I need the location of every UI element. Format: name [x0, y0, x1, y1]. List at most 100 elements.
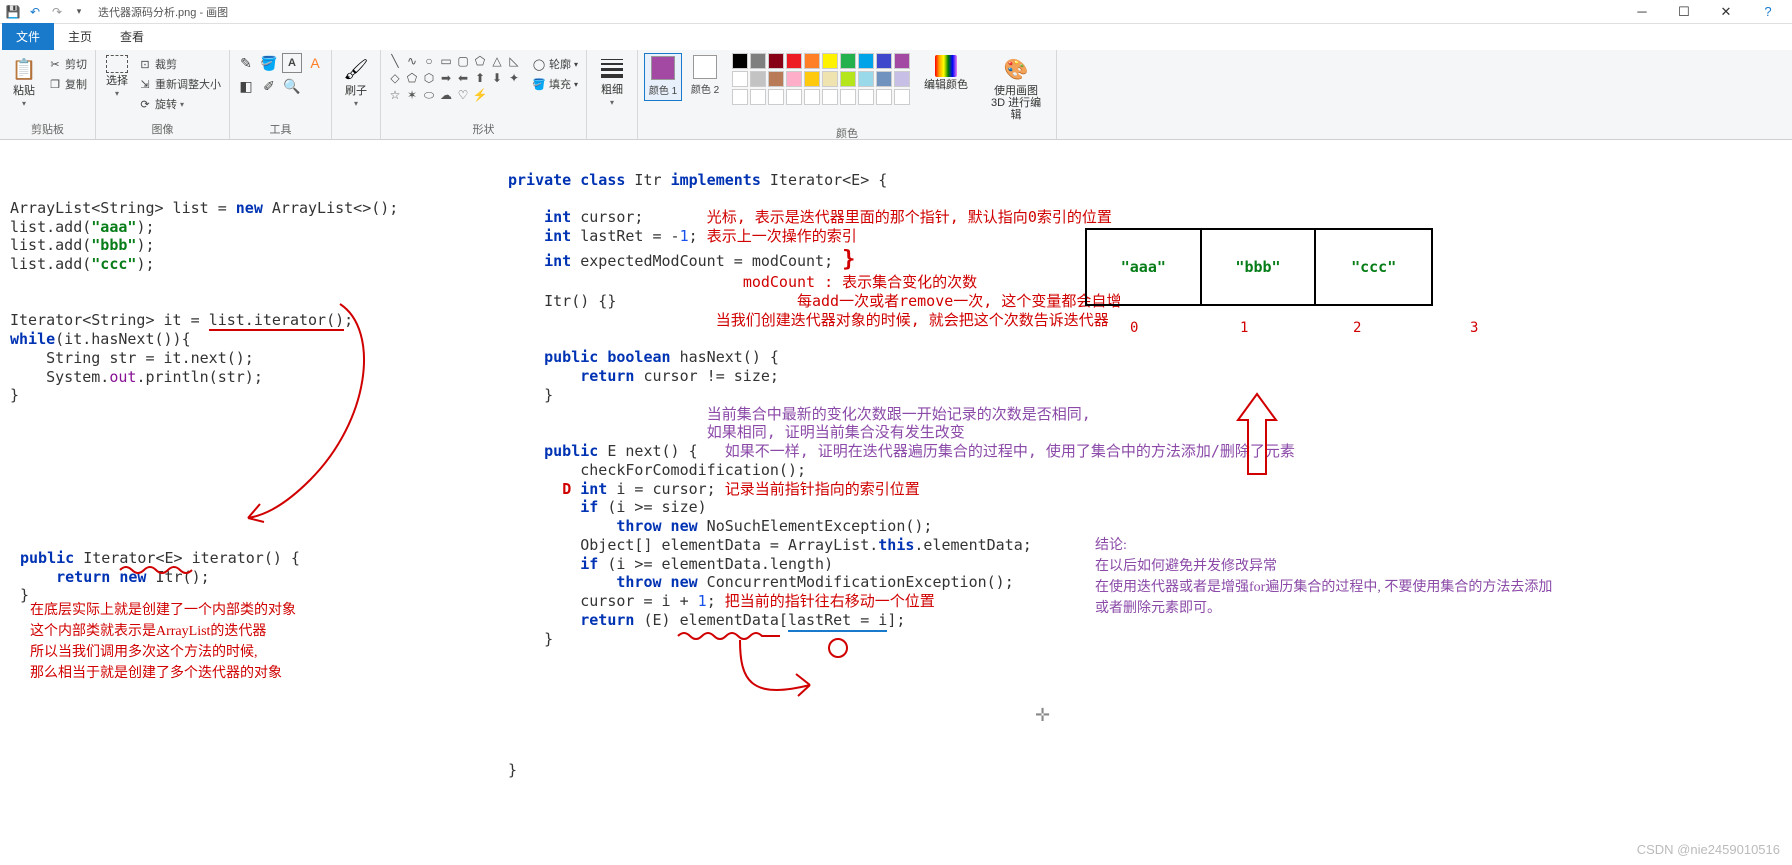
close-button[interactable]: ✕: [1714, 0, 1738, 24]
rotate-button[interactable]: ⟳旋转 ▾: [136, 95, 223, 113]
color-swatch[interactable]: [822, 53, 838, 69]
outline-button[interactable]: ◯轮廓 ▾: [530, 55, 580, 73]
color-swatch[interactable]: [768, 89, 784, 105]
edit-colors-button[interactable]: 编辑颜色: [920, 53, 972, 93]
darrow-shape-icon[interactable]: ⬇: [489, 70, 505, 86]
hexagon-shape-icon[interactable]: ⬡: [421, 70, 437, 86]
resize-button[interactable]: ⇲重新调整大小: [136, 75, 223, 93]
paint3d-button[interactable]: 🎨 使用画图 3D 进行编辑: [982, 53, 1050, 123]
star6-shape-icon[interactable]: ✶: [404, 87, 420, 103]
color-palette-row2[interactable]: [732, 71, 910, 87]
fill-tool-icon[interactable]: 🪣: [259, 53, 279, 73]
callout3-shape-icon[interactable]: ♡: [455, 87, 471, 103]
star4-shape-icon[interactable]: ✦: [506, 70, 522, 86]
color-swatch[interactable]: [786, 53, 802, 69]
rarrow-shape-icon[interactable]: ➡: [438, 70, 454, 86]
larrow-shape-icon[interactable]: ⬅: [455, 70, 471, 86]
maximize-button[interactable]: ☐: [1672, 0, 1696, 24]
roundrect-shape-icon[interactable]: ▢: [455, 53, 471, 69]
size-button[interactable]: 粗细 ▾: [593, 53, 631, 109]
color-swatch[interactable]: [894, 89, 910, 105]
ribbon-group-colors: 颜色 1 颜色 2 编辑颜色 🎨 使用画图 3D 进行编辑 颜色: [638, 50, 1057, 139]
color-swatch[interactable]: [804, 71, 820, 87]
color-swatch[interactable]: [786, 71, 802, 87]
color-swatch[interactable]: [822, 71, 838, 87]
color-swatch[interactable]: [732, 53, 748, 69]
color-swatch[interactable]: [840, 71, 856, 87]
select-button[interactable]: 选择 ▾: [102, 53, 132, 100]
color-swatch[interactable]: [858, 53, 874, 69]
callout1-shape-icon[interactable]: ⬭: [421, 87, 437, 103]
color-swatch[interactable]: [732, 71, 748, 87]
color-swatch[interactable]: [804, 89, 820, 105]
pentagon-shape-icon[interactable]: ⬠: [404, 70, 420, 86]
color-swatch[interactable]: [786, 89, 802, 105]
tab-file[interactable]: 文件: [2, 23, 54, 50]
callout2-shape-icon[interactable]: ☁: [438, 87, 454, 103]
star5-shape-icon[interactable]: ☆: [387, 87, 403, 103]
color-swatch[interactable]: [732, 89, 748, 105]
color-swatch[interactable]: [768, 71, 784, 87]
uarrow-shape-icon[interactable]: ⬆: [472, 70, 488, 86]
color-swatch[interactable]: [768, 53, 784, 69]
eraser-tool-icon[interactable]: ◧: [236, 76, 256, 96]
color-swatch[interactable]: [858, 71, 874, 87]
color-swatch[interactable]: [750, 71, 766, 87]
help-icon[interactable]: ?: [1756, 0, 1780, 24]
line-shape-icon[interactable]: ╲: [387, 53, 403, 69]
color1-slot[interactable]: 颜色 1: [644, 53, 682, 101]
color-swatch[interactable]: [840, 89, 856, 105]
color-swatch[interactable]: [822, 89, 838, 105]
tab-home[interactable]: 主页: [54, 23, 106, 50]
cut-icon: ✂: [48, 57, 62, 71]
cut-button[interactable]: ✂剪切: [46, 55, 89, 73]
qat-dropdown-icon[interactable]: ▾: [70, 3, 88, 21]
color-swatch[interactable]: [894, 53, 910, 69]
rect-shape-icon[interactable]: ▭: [438, 53, 454, 69]
code-iterator-method: public Iterator<E> iterator() { return n…: [20, 530, 300, 605]
picker-tool-icon[interactable]: ✐: [259, 76, 279, 96]
ribbon-group-brush: 🖌 刷子 ▾: [332, 50, 381, 139]
magnify-tool-icon[interactable]: 🔍: [282, 76, 302, 96]
code-left: ArrayList<String> list = new ArrayList<>…: [10, 180, 398, 405]
save-icon[interactable]: 💾: [4, 3, 22, 21]
triangle-shape-icon[interactable]: △: [489, 53, 505, 69]
color-swatch[interactable]: [876, 71, 892, 87]
lightning-shape-icon[interactable]: ⚡: [472, 87, 488, 103]
polygon-shape-icon[interactable]: ⬠: [472, 53, 488, 69]
paste-button[interactable]: 📋 粘贴 ▾: [6, 53, 42, 110]
color-swatch[interactable]: [894, 71, 910, 87]
ribbon-tabs: 文件 主页 查看: [0, 24, 1792, 50]
array-index-2: 2: [1353, 320, 1361, 336]
minimize-button[interactable]: ─: [1630, 0, 1654, 24]
rtriangle-shape-icon[interactable]: ◺: [506, 53, 522, 69]
color2-slot[interactable]: 颜色 2: [686, 53, 724, 101]
ribbon-group-tools: ✎ 🪣 A A ◧ ✐ 🔍 工具: [230, 50, 332, 139]
curve-shape-icon[interactable]: ∿: [404, 53, 420, 69]
color-palette-row3[interactable]: [732, 89, 910, 105]
color-swatch[interactable]: [858, 89, 874, 105]
crop-button[interactable]: ⊡裁剪: [136, 55, 223, 73]
shapes-gallery[interactable]: ╲ ∿ ○ ▭ ▢ ⬠ △ ◺ ◇ ⬠ ⬡ ➡ ⬅ ⬆ ⬇ ✦ ☆ ✶ ⬭ ☁: [387, 53, 522, 103]
diamond-shape-icon[interactable]: ◇: [387, 70, 403, 86]
undo-icon[interactable]: ↶: [26, 3, 44, 21]
color-swatch[interactable]: [750, 89, 766, 105]
color-palette-row1[interactable]: [732, 53, 910, 69]
tab-view[interactable]: 查看: [106, 23, 158, 50]
fill-button[interactable]: 🪣填充 ▾: [530, 75, 580, 93]
brush-button[interactable]: 🖌 刷子 ▾: [338, 53, 374, 110]
oval-shape-icon[interactable]: ○: [421, 53, 437, 69]
color-swatch[interactable]: [840, 53, 856, 69]
text-tool-icon[interactable]: A: [282, 53, 302, 73]
brush-icon: 🖌: [342, 55, 370, 83]
canvas-area[interactable]: ArrayList<String> list = new ArrayList<>…: [0, 140, 1792, 865]
color-swatch[interactable]: [804, 53, 820, 69]
copy-button[interactable]: ❐复制: [46, 75, 89, 93]
highlight-tool-icon[interactable]: A: [305, 53, 325, 73]
pencil-tool-icon[interactable]: ✎: [236, 53, 256, 73]
color-swatch[interactable]: [876, 53, 892, 69]
ribbon-group-clipboard: 📋 粘贴 ▾ ✂剪切 ❐复制 剪贴板: [0, 50, 96, 139]
color-swatch[interactable]: [876, 89, 892, 105]
redo-icon[interactable]: ↷: [48, 3, 66, 21]
color-swatch[interactable]: [750, 53, 766, 69]
